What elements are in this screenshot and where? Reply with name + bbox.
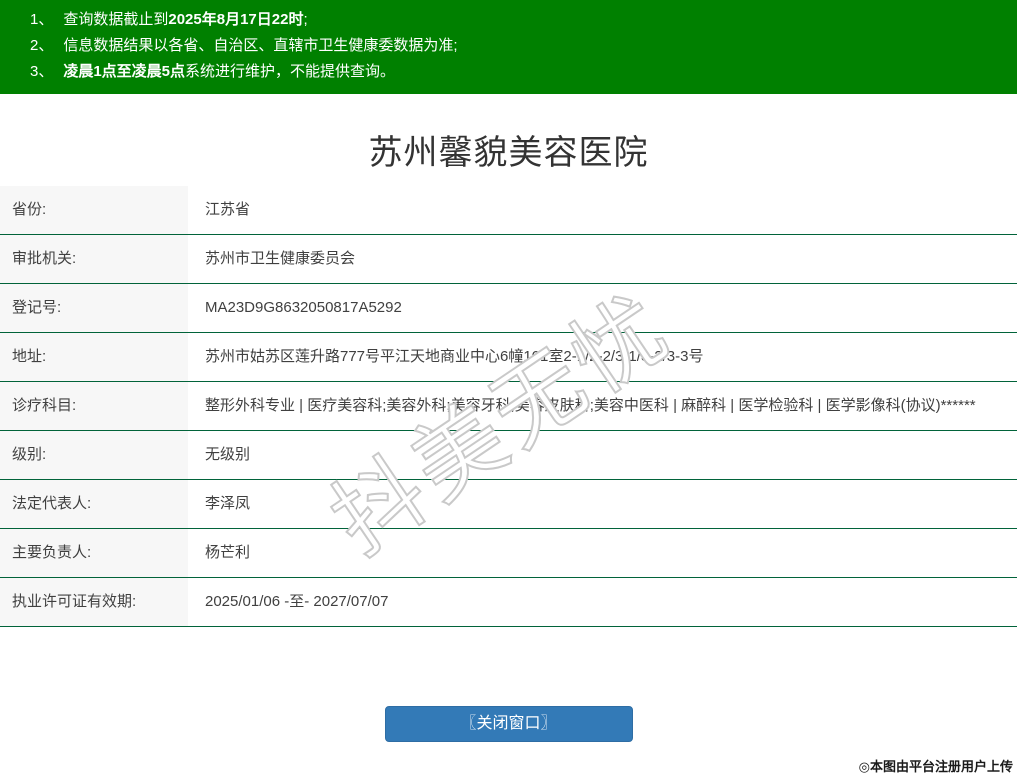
notice-number: 1、: [30, 11, 54, 28]
field-label: 登记号:: [0, 284, 188, 332]
table-row-registration-number: 登记号: MA23D9G8632050817A5292: [0, 284, 1017, 333]
table-row-level: 级别: 无级别: [0, 431, 1017, 480]
notice-text: 查询数据截止到: [63, 11, 169, 28]
notice-number: 3、: [30, 63, 54, 80]
page-title: 苏州馨貌美容医院: [368, 134, 649, 172]
footer-attribution: ◎本图由平台注册用户上传: [858, 759, 1013, 774]
table-row-approval-authority: 审批机关: 苏州市卫生健康委员会: [0, 235, 1017, 284]
field-value: 整形外科专业 | 医疗美容科;美容外科;美容牙科;美容皮肤科;美容中医科 | 麻…: [205, 397, 976, 414]
notice-text: 信息数据结果以各省、自治区、直辖市卫生健康委数据为准;: [63, 37, 458, 54]
notice-number: 2、: [30, 37, 54, 54]
field-value: MA23D9G8632050817A5292: [205, 299, 402, 316]
button-area: 〖关闭窗口〗: [0, 706, 1017, 742]
field-value: 2025/01/06 -至- 2027/07/07: [205, 593, 389, 610]
field-label: 诊疗科目:: [0, 382, 188, 430]
field-label: 法定代表人:: [0, 480, 188, 528]
field-label: 级别:: [0, 431, 188, 479]
field-value: 苏州市姑苏区莲升路777号平江天地商业中心6幢101室2-1/2-2/3-1/3…: [205, 348, 704, 365]
table-row-medical-subjects: 诊疗科目: 整形外科专业 | 医疗美容科;美容外科;美容牙科;美容皮肤科;美容中…: [0, 382, 1017, 431]
field-label: 地址:: [0, 333, 188, 381]
field-value: 无级别: [205, 446, 251, 463]
notice-text-bold: 2025年8月17日22时: [168, 11, 304, 28]
close-window-button[interactable]: 〖关闭窗口〗: [384, 706, 633, 742]
notice-item-3: 3、 凌晨1点至凌晨5点系统进行维护，不能提供查询。: [30, 59, 1017, 85]
field-value: 江苏省: [205, 201, 251, 218]
notice-header: 1、 查询数据截止到2025年8月17日22时; 2、 信息数据结果以各省、自治区、…: [0, 0, 1017, 94]
field-label: 主要负责人:: [0, 529, 188, 577]
table-row-license-validity: 执业许可证有效期: 2025/01/06 -至- 2027/07/07: [0, 578, 1017, 627]
field-label: 执业许可证有效期:: [0, 578, 188, 626]
table-row-legal-representative: 法定代表人: 李泽凤: [0, 480, 1017, 529]
table-row-province: 省份: 江苏省: [0, 186, 1017, 235]
notice-item-1: 1、 查询数据截止到2025年8月17日22时;: [30, 7, 1017, 33]
notice-text: ;: [303, 11, 308, 28]
table-row-address: 地址: 苏州市姑苏区莲升路777号平江天地商业中心6幢101室2-1/2-2/3…: [0, 333, 1017, 382]
field-value: 李泽凤: [205, 495, 251, 512]
notice-text-bold: 凌晨1点至凌晨5点: [63, 63, 186, 80]
field-value: 苏州市卫生健康委员会: [205, 250, 356, 267]
notice-text: 系统进行维护，不能提供查询。: [185, 63, 396, 80]
notice-item-2: 2、 信息数据结果以各省、自治区、直辖市卫生健康委数据为准;: [30, 33, 1017, 59]
field-label: 省份:: [0, 186, 188, 234]
hospital-info-table: 省份: 江苏省 审批机关: 苏州市卫生健康委员会 登记号: MA23D9G863…: [0, 186, 1017, 627]
table-row-main-person-in-charge: 主要负责人: 杨芒利: [0, 529, 1017, 578]
field-value: 杨芒利: [205, 544, 251, 561]
field-label: 审批机关:: [0, 235, 188, 283]
